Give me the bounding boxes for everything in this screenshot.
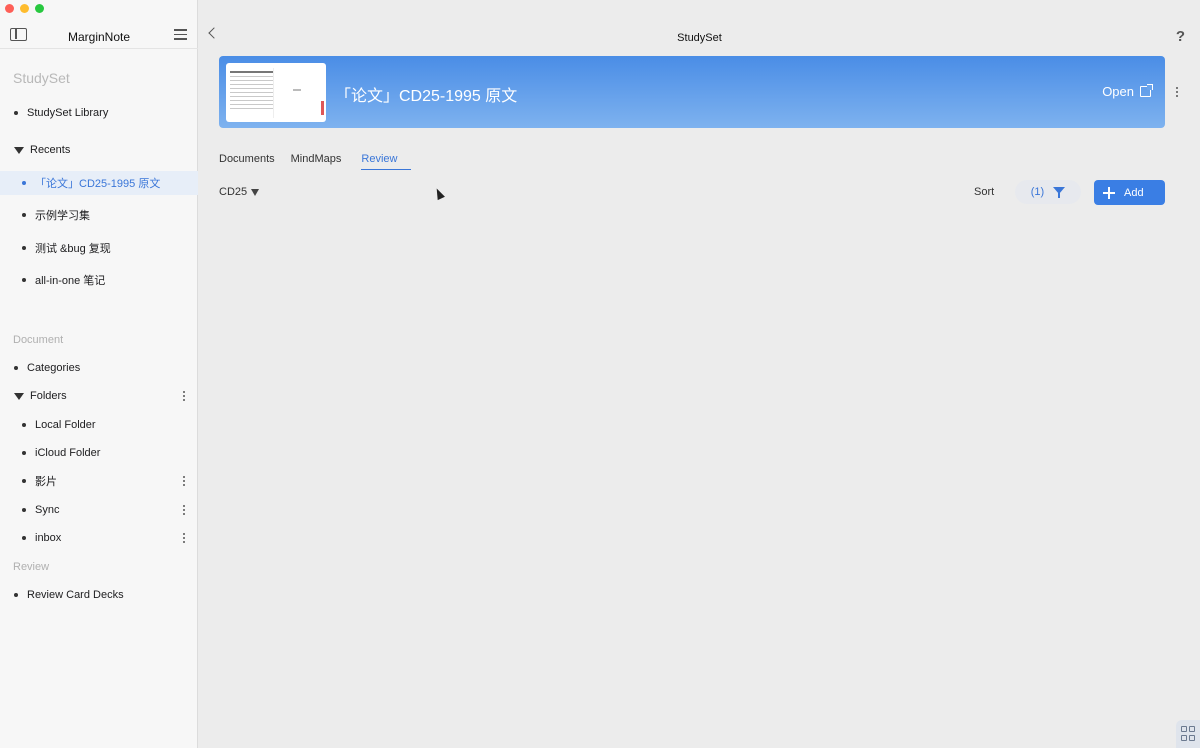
sidebar: MarginNote StudySet StudySet Library Rec… <box>0 0 198 748</box>
help-icon[interactable]: ? <box>1176 28 1185 45</box>
section-header-studyset: StudySet <box>13 70 70 86</box>
sidebar-item-label: iCloud Folder <box>35 447 101 459</box>
bullet-icon <box>22 508 26 512</box>
sidebar-item-recents[interactable]: Recents <box>0 138 198 162</box>
studyset-title: 「论文」CD25-1995 原文 <box>335 88 518 105</box>
sidebar-item-folders[interactable]: Folders <box>0 384 198 408</box>
sidebar-item-recent-test[interactable]: 测试 &bug 复现 <box>0 236 198 260</box>
sidebar-item-label: 影片 <box>35 476 57 488</box>
main-content: StudySet ? 「论文」CD25-1995 原文 Open Documen… <box>199 0 1200 748</box>
sidebar-item-label: Folders <box>30 390 67 402</box>
filter-count: (1) <box>1030 186 1045 198</box>
open-button[interactable]: Open <box>1102 84 1153 99</box>
sidebar-item-inbox-folder[interactable]: inbox <box>0 526 198 550</box>
bullet-icon <box>14 366 18 370</box>
sidebar-item-label: inbox <box>35 532 62 544</box>
deck-filter-dropdown[interactable]: CD25 <box>219 186 260 198</box>
tab-documents[interactable]: Documents <box>219 153 275 170</box>
hamburger-menu-icon[interactable] <box>174 29 187 40</box>
minimize-window-button[interactable] <box>20 4 29 13</box>
deck-filter-value: CD25 <box>219 186 248 198</box>
section-header-document: Document <box>13 334 64 346</box>
sidebar-divider <box>0 48 198 49</box>
banner-more-options-icon[interactable] <box>1176 87 1178 97</box>
sidebar-item-sync-folder[interactable]: Sync <box>0 498 198 522</box>
sidebar-item-recent-paper[interactable]: 「论文」CD25-1995 原文 <box>0 171 198 195</box>
tab-mindmaps[interactable]: MindMaps <box>291 153 342 170</box>
sidebar-item-recent-all-in-one[interactable]: all-in-one 笔记 <box>0 268 198 292</box>
sidebar-item-label: 示例学习集 <box>35 210 90 222</box>
sidebar-item-label: Recents <box>30 144 71 156</box>
app-title: MarginNote <box>67 30 131 44</box>
more-options-icon[interactable] <box>183 533 185 543</box>
disclosure-triangle-icon[interactable] <box>14 146 24 154</box>
zoom-window-button[interactable] <box>35 4 44 13</box>
sort-button[interactable]: Sort <box>974 186 994 198</box>
disclosure-triangle-icon[interactable] <box>14 392 24 400</box>
sidebar-header: MarginNote <box>0 24 198 48</box>
document-thumbnail[interactable] <box>226 63 326 122</box>
sidebar-item-label: StudySet Library <box>27 107 109 119</box>
sidebar-item-recent-example[interactable]: 示例学习集 <box>0 203 198 227</box>
external-link-icon <box>1140 84 1153 97</box>
funnel-icon <box>1053 186 1066 198</box>
bullet-icon <box>22 479 26 483</box>
bullet-icon <box>22 423 26 427</box>
mouse-cursor-icon <box>433 186 445 201</box>
sidebar-item-label: Categories <box>27 362 81 374</box>
bullet-icon <box>22 278 26 282</box>
sidebar-item-movies-folder[interactable]: 影片 <box>0 469 198 493</box>
dropdown-triangle-icon <box>251 188 260 196</box>
sidebar-item-label: Local Folder <box>35 419 96 431</box>
tab-bar: Documents MindMaps Review <box>219 153 413 170</box>
bullet-icon <box>22 536 26 540</box>
sidebar-item-studyset-library[interactable]: StudySet Library <box>0 101 198 125</box>
sidebar-item-local-folder[interactable]: Local Folder <box>0 413 198 437</box>
more-options-icon[interactable] <box>183 505 185 515</box>
add-button-label: Add <box>1124 186 1144 199</box>
studyset-banner: 「论文」CD25-1995 原文 Open <box>219 56 1165 128</box>
bullet-icon <box>22 213 26 217</box>
sidebar-item-label: all-in-one 笔记 <box>35 275 106 287</box>
sidebar-item-icloud-folder[interactable]: iCloud Folder <box>0 441 198 465</box>
more-options-icon[interactable] <box>183 391 185 401</box>
close-window-button[interactable] <box>5 4 14 13</box>
grid-view-icon[interactable] <box>1176 720 1200 748</box>
filter-button[interactable]: (1) <box>1015 180 1081 204</box>
sidebar-item-label: 测试 &bug 复现 <box>35 243 111 255</box>
window-controls <box>5 4 44 13</box>
page-title: StudySet <box>677 32 722 44</box>
bullet-icon <box>22 181 26 185</box>
bullet-icon <box>14 111 18 115</box>
sidebar-item-label: Review Card Decks <box>27 589 124 601</box>
more-options-icon[interactable] <box>183 476 185 486</box>
open-button-label: Open <box>1102 84 1134 99</box>
bullet-icon <box>14 593 18 597</box>
plus-icon <box>1103 186 1115 199</box>
sidebar-item-label: Sync <box>35 504 60 516</box>
section-header-review: Review <box>13 561 50 573</box>
bullet-icon <box>22 451 26 455</box>
bullet-icon <box>22 246 26 250</box>
sidebar-item-label: 「论文」CD25-1995 原文 <box>35 178 161 190</box>
add-button[interactable]: Add <box>1094 180 1165 205</box>
tab-review[interactable]: Review <box>361 153 412 170</box>
sidebar-item-review-card-decks[interactable]: Review Card Decks <box>0 583 198 607</box>
sidebar-item-categories[interactable]: Categories <box>0 356 198 380</box>
